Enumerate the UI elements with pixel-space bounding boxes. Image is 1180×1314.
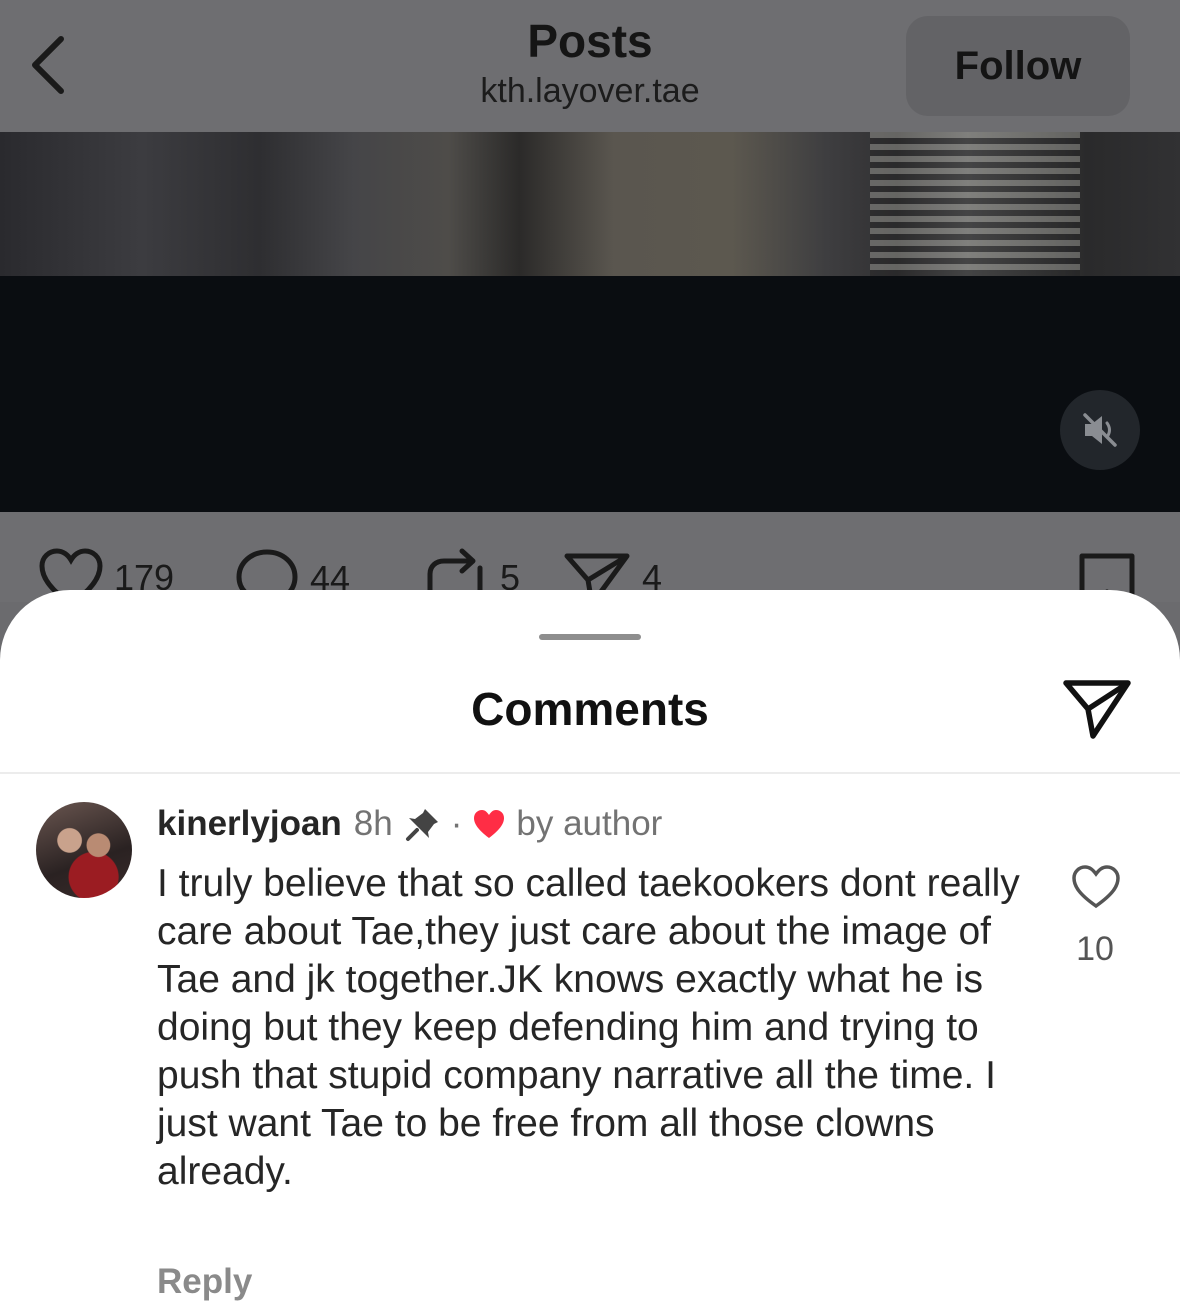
post-actions: 179 44 5 4 (0, 512, 1180, 614)
post-video[interactable] (0, 132, 1180, 512)
comment-timestamp: 8h (353, 804, 393, 843)
share-button[interactable] (1058, 670, 1136, 746)
video-frame (0, 132, 1180, 276)
volume-muted-icon (1083, 413, 1117, 447)
sheet-grabber[interactable] (539, 634, 641, 640)
sheet-title: Comments (471, 683, 709, 735)
divider (0, 772, 1180, 774)
comment-username[interactable]: kinerlyjoan (157, 804, 342, 844)
avatar[interactable] (36, 802, 132, 898)
pin-icon (405, 806, 441, 842)
comment-text: I truly believe that so called taekooker… (157, 862, 1020, 1193)
comments-sheet: Comments kinerlyjoan 8h · by author I tr… (0, 590, 1180, 1314)
mute-button[interactable] (1060, 390, 1140, 470)
separator-dot: · (450, 804, 463, 843)
comment-like-button[interactable] (1068, 862, 1124, 912)
heart-icon (1072, 865, 1120, 909)
comment-like-count: 10 (1076, 930, 1114, 968)
follow-button[interactable]: Follow (906, 16, 1130, 116)
send-icon (1063, 680, 1131, 739)
post-header: Posts kth.layover.tae Follow (0, 0, 1180, 132)
liked-by-author-label: by author (516, 804, 663, 843)
author-heart-icon (472, 808, 506, 840)
comment-meta: kinerlyjoan 8h · by author (157, 804, 662, 844)
reply-button[interactable]: Reply (157, 1262, 252, 1302)
